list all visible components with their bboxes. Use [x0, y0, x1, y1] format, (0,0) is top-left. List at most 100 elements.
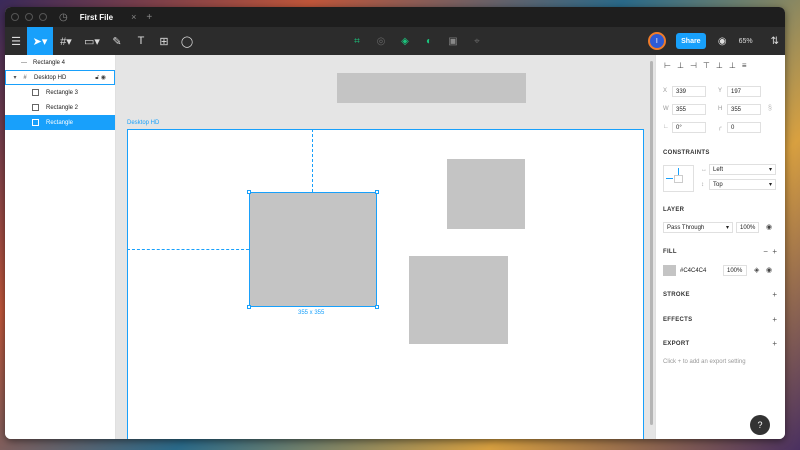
rectangle-icon: [32, 104, 39, 111]
comment-tool-icon[interactable]: ◯: [175, 27, 199, 55]
fill-title: FILL: [663, 249, 677, 255]
rectangle-icon: [32, 89, 39, 96]
lock-visibility-icons[interactable]: 🔓︎ ◉: [95, 74, 106, 82]
rectangle-icon: [32, 119, 39, 126]
align-left-icon[interactable]: ⊢: [664, 61, 671, 70]
frame-icon: #: [23, 74, 27, 81]
settings-sliders-icon[interactable]: ⇅: [771, 36, 779, 47]
layer-rectangle-2[interactable]: Rectangle 2: [5, 100, 115, 115]
close-window-icon[interactable]: [11, 13, 19, 21]
dimension-label: 355 x 355: [298, 310, 325, 316]
layer-visibility-eye-icon[interactable]: ◉: [766, 223, 772, 231]
fill-visibility-eye-icon[interactable]: ◉: [766, 266, 772, 274]
pen-tool-icon[interactable]: ✎: [105, 27, 129, 55]
fill-opacity-field[interactable]: 100%: [723, 265, 747, 276]
effects-title: EFFECTS: [663, 317, 693, 323]
new-tab-icon[interactable]: +: [146, 12, 152, 23]
component-instance-icon[interactable]: ◈: [399, 35, 411, 47]
vertical-constraint-select[interactable]: Top ▾: [709, 179, 776, 190]
line-icon: —: [21, 59, 27, 66]
file-tab-title[interactable]: First File: [80, 13, 113, 22]
component-link-icon[interactable]: ◎: [375, 35, 387, 47]
frame-tool-icon[interactable]: #▾: [53, 27, 79, 55]
layer-rectangle-4[interactable]: — Rectangle 4: [5, 55, 115, 70]
align-top-icon[interactable]: ⊤: [703, 61, 710, 70]
maximize-window-icon[interactable]: [39, 13, 47, 21]
rectangle-2-shape[interactable]: [409, 256, 508, 344]
right-tools: I Share ◉ 65% ⇅: [647, 27, 779, 55]
fill-hex-field[interactable]: #C4C4C4: [677, 265, 721, 276]
layer-label: Rectangle 2: [46, 104, 79, 111]
rectangle-4-shape[interactable]: [337, 73, 526, 103]
add-export-icon[interactable]: +: [772, 339, 777, 348]
resize-handle[interactable]: [375, 190, 379, 194]
layer-label: Rectangle: [46, 119, 74, 126]
stroke-title: STROKE: [663, 292, 690, 298]
close-tab-icon[interactable]: ×: [131, 12, 136, 22]
crop-icon[interactable]: ⌖: [471, 35, 483, 47]
corner-radius-field[interactable]: 0: [727, 122, 761, 133]
layer-desktop-hd[interactable]: ▾ # Desktop HD 🔓︎ ◉: [5, 70, 115, 85]
resize-handle[interactable]: [247, 190, 251, 194]
share-button[interactable]: Share: [675, 33, 706, 49]
help-button[interactable]: ?: [750, 415, 770, 435]
shape-tool-icon[interactable]: ▭▾: [79, 27, 105, 55]
menu-icon[interactable]: ☰: [5, 27, 27, 55]
mask-icon[interactable]: ◐: [423, 35, 435, 47]
distance-guide-horizontal: [127, 249, 249, 250]
move-tool-icon[interactable]: ➤▾: [27, 27, 53, 55]
create-component-icon[interactable]: ⌗: [351, 35, 363, 47]
vertical-constraint-icon: ↕: [701, 182, 704, 188]
layer-opacity-field[interactable]: 100%: [736, 222, 759, 233]
width-field[interactable]: 355: [672, 104, 706, 115]
layer-label: Rectangle 3: [46, 89, 79, 96]
y-label: Y: [718, 88, 723, 94]
chevron-down-icon: ▾: [768, 167, 772, 173]
add-stroke-icon[interactable]: +: [772, 290, 777, 299]
distribute-icon[interactable]: ≡: [742, 61, 747, 70]
minimize-window-icon[interactable]: [25, 13, 33, 21]
resize-handle[interactable]: [375, 305, 379, 309]
constraint-top-bar[interactable]: [678, 168, 679, 175]
zoom-level[interactable]: 65%: [739, 38, 753, 45]
add-effect-icon[interactable]: +: [772, 315, 777, 324]
vertical-scrollbar[interactable]: [650, 61, 653, 425]
layer-rectangle-3[interactable]: Rectangle 3: [5, 85, 115, 100]
rectangle-3-shape[interactable]: [447, 159, 525, 229]
fill-style-icon[interactable]: ◈: [754, 266, 759, 274]
properties-panel: ⊢ ⊥ ⊣ ⊤ ⊥ ⊥ ≡ X 339 Y 197 W 355 H 355 § …: [655, 55, 785, 439]
horizontal-constraint-select[interactable]: Left ▾: [709, 164, 776, 175]
select-value: Top: [713, 181, 723, 188]
fill-swatch[interactable]: [663, 265, 676, 276]
alignment-tools: ⊢ ⊥ ⊣ ⊤ ⊥ ⊥ ≡: [664, 61, 746, 70]
constraint-widget[interactable]: [663, 165, 694, 192]
canvas[interactable]: Desktop HD 355 x 355: [116, 55, 655, 439]
rotation-field[interactable]: 0°: [672, 122, 706, 133]
components-icon[interactable]: ⊞: [153, 27, 175, 55]
resize-handle[interactable]: [247, 305, 251, 309]
selected-rectangle-shape[interactable]: [247, 190, 379, 309]
align-center-h-icon[interactable]: ⊥: [677, 61, 684, 70]
select-value: Left: [713, 166, 724, 173]
constraint-left-bar[interactable]: [666, 178, 673, 179]
y-field[interactable]: 197: [727, 86, 761, 97]
clock-icon[interactable]: ◷: [59, 12, 68, 23]
desktop-hd-frame[interactable]: [127, 129, 644, 439]
height-field[interactable]: 355: [727, 104, 761, 115]
rotation-icon: ∟: [663, 124, 669, 130]
expand-caret-icon[interactable]: ▾: [10, 74, 20, 81]
fill-actions[interactable]: − +: [763, 247, 777, 256]
layer-label: Rectangle 4: [33, 59, 66, 66]
user-avatar[interactable]: I: [647, 32, 666, 50]
align-bottom-icon[interactable]: ⊥: [729, 61, 736, 70]
align-right-icon[interactable]: ⊣: [690, 61, 697, 70]
boolean-icon[interactable]: ▣: [447, 35, 459, 47]
layer-rectangle-selected[interactable]: Rectangle: [5, 115, 115, 130]
preview-eye-icon[interactable]: ◉: [718, 36, 727, 47]
constrain-proportions-icon[interactable]: §: [768, 105, 772, 112]
blend-mode-select[interactable]: Pass Through ▾: [663, 222, 733, 233]
align-middle-icon[interactable]: ⊥: [716, 61, 723, 70]
frame-label[interactable]: Desktop HD: [127, 120, 159, 126]
text-tool-icon[interactable]: T: [129, 27, 153, 55]
x-field[interactable]: 339: [672, 86, 706, 97]
